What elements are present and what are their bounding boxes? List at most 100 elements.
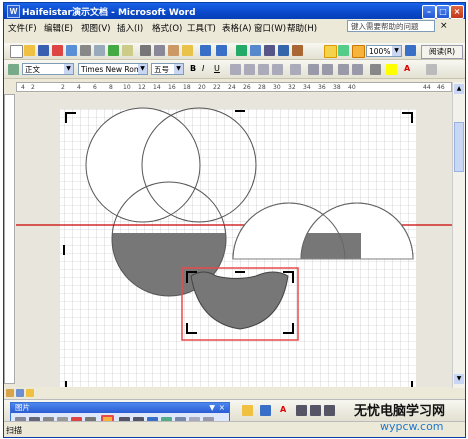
font-dropdown[interactable]: Times New Roman ▼ [78,63,148,75]
ruler-tick: 24 [228,84,236,91]
circle-a[interactable] [85,107,201,223]
ruler-tick: 10 [123,84,131,91]
view-buttons [6,389,46,398]
close-button[interactable]: × [450,5,464,19]
ruler-tick: 32 [288,84,296,91]
drawing-toggle-icon[interactable] [324,45,337,58]
ruler-tick: 20 [198,84,206,91]
font-size-value: 五号 [154,65,169,74]
print-icon[interactable] [80,45,91,56]
close-icon[interactable]: × [219,403,225,413]
line-color-icon[interactable] [260,405,271,416]
insert-table-icon[interactable] [264,45,275,56]
menu-window[interactable]: 窗口(W) [254,22,286,34]
scroll-thumb[interactable] [454,122,464,172]
tables-borders-icon[interactable] [250,45,261,56]
decrease-indent-icon[interactable] [338,64,349,75]
crescent-small [301,233,361,259]
undo-icon[interactable] [200,45,211,56]
zoom-dropdown[interactable]: 100% ▼ [366,45,402,57]
print-preview-icon[interactable] [94,45,105,56]
horizontal-ruler: 4 2 2 4 6 8 10 12 14 16 18 20 22 24 26 2… [16,82,452,92]
help-search-input[interactable]: 键入需要帮助的问题 [347,20,435,32]
font-size-dropdown[interactable]: 五号 ▼ [151,63,184,75]
zoom-value: 100% [369,47,391,56]
spelling-icon[interactable] [108,45,119,56]
dash-style-icon[interactable] [310,405,321,416]
numbering-icon[interactable] [308,64,319,75]
save-icon[interactable] [38,45,49,56]
permission-icon[interactable] [52,45,63,56]
chevron-down-icon: ▼ [64,64,73,74]
ruler-tick: 14 [153,84,161,91]
bullets-icon[interactable] [322,64,333,75]
styles-pane-icon[interactable] [8,64,19,75]
menu-file[interactable]: 文件(F) [8,22,37,34]
draw-font-color-icon[interactable]: A [280,405,286,414]
email-icon[interactable] [66,45,77,56]
scroll-down-icon[interactable]: ▼ [454,374,464,384]
minimize-button[interactable]: – [422,5,436,19]
menu-format[interactable]: 格式(O) [152,22,182,34]
open-folder-icon[interactable] [24,45,35,56]
watermark-title: 无忧电脑学习网 [354,404,446,419]
bold-icon[interactable]: B [190,64,196,73]
maximize-button[interactable]: □ [436,5,450,19]
menu-insert[interactable]: 插入(I) [117,22,143,34]
hyperlink-icon[interactable] [236,45,247,56]
menu-help[interactable]: 帮助(H) [287,22,317,34]
format-painter-icon[interactable] [182,45,193,56]
watermark-url: wypcw.com [380,420,444,433]
ruler-tick: 6 [93,84,97,91]
underline-icon[interactable]: U [214,64,220,73]
toolbar-options-icon[interactable] [426,64,437,75]
print-view-icon[interactable] [26,389,34,397]
word-window: W Haifeistar演示文档 - Microsoft Word – □ × … [3,2,466,438]
menu-view[interactable]: 视图(V) [81,22,110,34]
highlight-icon[interactable] [386,64,397,75]
ruler-tick: 2 [61,84,65,91]
ruler-tick: 4 [77,84,81,91]
status-text: 扫描 [6,426,22,435]
help-icon[interactable] [405,45,416,56]
menu-edit[interactable]: 编辑(E) [44,22,73,34]
help-close-icon[interactable]: × [440,21,448,31]
align-left-icon[interactable] [230,64,241,75]
normal-view-icon[interactable] [6,389,14,397]
line-style-icon[interactable] [296,405,307,416]
fill-color-icon[interactable] [242,405,253,416]
copy-icon[interactable] [154,45,165,56]
new-document-icon[interactable] [10,45,23,58]
style-dropdown[interactable]: 正文 ▼ [22,63,74,75]
menu-tools[interactable]: 工具(T) [187,22,216,34]
redo-icon[interactable] [216,45,227,56]
outside-border-icon[interactable] [370,64,381,75]
vertical-scrollbar[interactable]: ▲ ▼ [452,82,465,388]
chevron-down-icon: ▼ [138,64,147,74]
align-center-icon[interactable] [244,64,255,75]
excel-icon[interactable] [278,45,289,56]
font-color-icon[interactable]: A [404,64,410,73]
drawing-canvas [16,107,452,387]
ruler-tick: 46 [437,84,445,91]
read-button[interactable]: 阅读(R) [421,45,463,59]
scroll-up-icon[interactable]: ▲ [454,84,464,94]
columns-icon[interactable] [292,45,303,56]
chevron-down-icon[interactable]: ▼ [209,403,215,413]
paste-icon[interactable] [168,45,179,56]
ruler-tick: 30 [273,84,281,91]
web-view-icon[interactable] [16,389,24,397]
menu-table[interactable]: 表格(A) [222,22,251,34]
arrow-style-icon[interactable] [324,405,335,416]
ruler-tick: 34 [303,84,311,91]
align-right-icon[interactable] [258,64,269,75]
line-spacing-icon[interactable] [290,64,301,75]
cut-icon[interactable] [140,45,151,56]
justify-icon[interactable] [272,64,283,75]
picture-toolbar-header[interactable]: 图片 ▼ × [11,403,229,413]
research-icon[interactable] [122,45,133,56]
show-hide-icon[interactable] [352,45,365,58]
italic-icon[interactable]: I [202,64,204,73]
increase-indent-icon[interactable] [352,64,363,75]
document-map-icon[interactable] [338,45,349,56]
